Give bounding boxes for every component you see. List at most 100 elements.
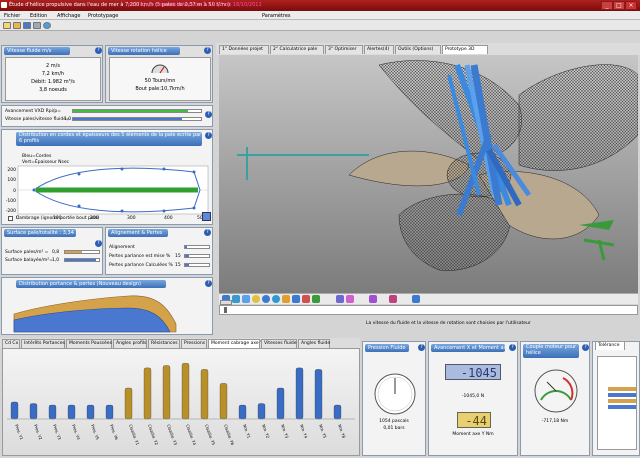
camber-checkbox[interactable] xyxy=(8,216,13,221)
tolerance-band xyxy=(608,405,636,409)
edit-icon[interactable] xyxy=(202,212,211,221)
tab-tolerance[interactable]: Tolérance xyxy=(595,341,625,350)
tachometer-icon xyxy=(151,64,169,74)
orbit-icon[interactable] xyxy=(272,295,280,303)
save-icon[interactable] xyxy=(23,22,31,29)
tab-blade-calc[interactable]: 2° Calculatrice pale xyxy=(270,45,324,54)
tab-cd-cx[interactable]: Cd Cx xyxy=(2,339,20,348)
speed-ms: 2 m/s xyxy=(46,63,60,69)
rotate-icon[interactable] xyxy=(262,295,270,303)
blade-surface-value: 0,8 xyxy=(52,250,60,255)
tolerance-band xyxy=(608,399,636,403)
tab-project-data[interactable]: 1° Données projet xyxy=(219,45,269,54)
help-icon[interactable]: ? xyxy=(205,111,212,118)
help-icon[interactable]: ? xyxy=(205,132,212,139)
help-icon[interactable]: ? xyxy=(95,240,102,247)
toolbar xyxy=(0,20,640,31)
axis-icon[interactable] xyxy=(412,295,420,303)
pressure-gauge xyxy=(374,373,416,415)
help-icon[interactable]: ? xyxy=(204,47,211,54)
brush-icon[interactable] xyxy=(346,295,354,303)
x-tick: 300 xyxy=(127,216,136,221)
bar-label: Cisaille. Y4 xyxy=(185,424,197,447)
bar xyxy=(257,403,266,420)
help-icon[interactable]: ? xyxy=(204,229,211,236)
3d-viewport[interactable] xyxy=(219,55,638,293)
menu-parametres[interactable]: Paramètres xyxy=(262,13,291,19)
bar xyxy=(124,387,133,420)
bar-label: Cisaille. Y1 xyxy=(128,424,140,447)
bar xyxy=(105,404,114,420)
help-icon[interactable]: ? xyxy=(95,47,102,54)
pan-icon[interactable] xyxy=(282,295,290,303)
menu-edition[interactable]: Edition xyxy=(30,13,47,19)
close-button[interactable]: × xyxy=(625,1,637,10)
tab-tools[interactable]: Outils (Options) xyxy=(395,45,441,54)
rotation-panel: Vitesse rotation hélice ? 50 Tours/mn Bo… xyxy=(105,45,213,103)
rotation-display: 50 Tours/mn Bout pale:10,7km/h xyxy=(109,57,211,101)
slider-handle-left[interactable] xyxy=(220,300,232,305)
distribution-panel: Distribution en cordes et épaisseurs des… xyxy=(1,129,213,225)
tab-pitch-moment[interactable]: Moment cabrage axe Y xyxy=(208,339,263,348)
bar-label: Cisaille. Y3 xyxy=(166,424,178,447)
update-notice[interactable]: mise à jour disponible Version 7.3.2.20 … xyxy=(126,2,262,8)
minimize-button[interactable]: _ xyxy=(601,1,613,10)
measure-icon[interactable] xyxy=(369,295,377,303)
tab-lift-interest[interactable]: Intérêts Portances xyxy=(21,339,65,348)
tab-optimize[interactable]: 3° Optimiser xyxy=(325,45,363,54)
tab-prototype-3d[interactable]: Prototype 3D xyxy=(442,45,488,54)
y-tick: 0 xyxy=(13,188,16,194)
tab-label: Alertes(4) xyxy=(367,47,390,52)
search-icon[interactable] xyxy=(252,295,260,303)
bar xyxy=(162,365,171,420)
tab-label: 2° Calculatrice pale xyxy=(273,47,318,52)
tab-resistances[interactable]: Résistances xyxy=(148,339,180,348)
bar xyxy=(48,404,57,420)
bar-chart: Pres. Y1 Pres. Y2 Pres. Y3 Pres. Y4 Pres. Y5… xyxy=(7,363,355,447)
loss-set-bar xyxy=(184,254,210,258)
bar xyxy=(333,404,342,420)
help-icon[interactable]: ? xyxy=(205,280,212,287)
print-icon[interactable] xyxy=(33,22,41,29)
bar-label: Nm. Y5 xyxy=(318,424,328,440)
pen-icon[interactable] xyxy=(336,295,344,303)
tab-pressures[interactable]: Pressions xyxy=(181,339,207,348)
bar-label: Nm. Y4 xyxy=(299,424,309,440)
tab-label: Angles fluide xyxy=(301,341,331,346)
loss-set-bar-fill xyxy=(185,255,189,257)
torque-title: Couple moteur pour hélice xyxy=(523,344,579,358)
loss-calc-label: Pertes parlance Calculées % xyxy=(109,263,173,268)
menu-fichier[interactable]: Fichier xyxy=(4,13,20,19)
tab-fluid-speeds[interactable]: Vitesses fluide xyxy=(261,339,297,348)
camera-icon[interactable] xyxy=(312,295,320,303)
bar xyxy=(10,401,19,420)
tab-label: Prototype 3D xyxy=(445,47,475,52)
new-file-icon[interactable] xyxy=(3,22,11,29)
open-folder-icon[interactable] xyxy=(13,22,21,29)
help-icon[interactable]: ? xyxy=(582,344,589,351)
maximize-button[interactable]: □ xyxy=(613,1,625,10)
menu-affichage[interactable]: Affichage xyxy=(57,13,81,19)
bar xyxy=(86,404,95,420)
cube-icon[interactable] xyxy=(292,295,300,303)
zoom-in-icon[interactable] xyxy=(232,295,240,303)
tab-thrust-moments[interactable]: Moments Poussées xyxy=(66,339,112,348)
tab-label: Outils (Options) xyxy=(398,47,434,52)
3d-slider-track[interactable] xyxy=(219,300,638,315)
rotation-title: Vitesse rotation hélice xyxy=(108,47,180,55)
mirror-icon[interactable] xyxy=(389,295,397,303)
slider-thumb[interactable] xyxy=(224,307,227,313)
bar-label: Pres. Y5 xyxy=(90,424,100,441)
help-icon[interactable] xyxy=(43,22,51,29)
zoom-fit-icon[interactable] xyxy=(242,295,250,303)
tab-alerts[interactable]: Alertes(4) xyxy=(364,45,394,54)
tab-profile-angles[interactable]: Angles profils xyxy=(113,339,147,348)
help-icon[interactable]: ? xyxy=(509,344,516,351)
tab-fluid-angles[interactable]: Angles fluide xyxy=(298,339,330,348)
help-icon[interactable]: ? xyxy=(418,344,425,351)
bar-label: Nm. Y1 xyxy=(242,424,252,440)
bar xyxy=(276,387,285,420)
menu-prototypage[interactable]: Prototypage xyxy=(88,13,118,19)
light-icon[interactable] xyxy=(302,295,310,303)
advance-panel: Avancement VXD Rpi/p= Vitesse pales/vite… xyxy=(1,105,213,127)
